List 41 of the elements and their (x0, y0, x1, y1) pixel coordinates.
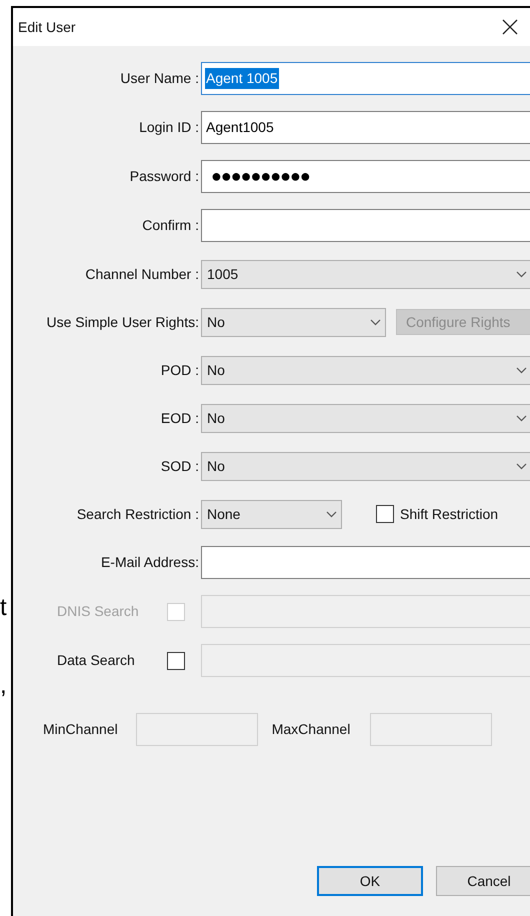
field-label: Search Restriction : (76, 504, 200, 524)
input-field[interactable]: ●●●●●●●●●● (201, 160, 530, 193)
checkbox[interactable] (376, 505, 394, 523)
chevron-icon (516, 270, 527, 278)
input-field[interactable]: Agent1005 (201, 111, 530, 144)
dropdown[interactable]: No (201, 308, 386, 336)
dialog-button[interactable]: Cancel (436, 866, 530, 896)
field-label: User Name : (119, 69, 200, 88)
dropdown[interactable]: No (201, 452, 530, 480)
field-label: SOD : (160, 456, 200, 476)
dropdown[interactable]: No (201, 356, 530, 384)
chevron-icon (516, 462, 527, 470)
field-label: DNIS Search (57, 602, 139, 621)
background-text: , (0, 671, 7, 701)
dropdown[interactable]: No (201, 404, 530, 432)
checkbox-label: Shift Restriction (400, 504, 498, 524)
field-label: E-Mail Address: (100, 553, 200, 572)
field-label: Confirm : (141, 216, 200, 235)
field-label: Password : (128, 167, 200, 186)
field-label: Login ID : (138, 118, 200, 137)
chevron-icon (370, 318, 381, 326)
field-label: MinChannel (43, 720, 118, 739)
input-field[interactable]: Agent 1005 (201, 62, 530, 95)
field-label: MaxChannel (272, 720, 350, 739)
background-text: t (0, 593, 7, 623)
close-icon[interactable] (502, 19, 518, 35)
checkbox[interactable] (167, 652, 185, 670)
chevron-icon (516, 366, 527, 374)
dropdown[interactable]: None (201, 500, 342, 528)
input-field[interactable] (201, 546, 530, 579)
chevron-icon (516, 414, 527, 422)
input-field[interactable] (201, 209, 530, 242)
field-label: POD : (160, 360, 200, 380)
window-title: Edit User (18, 18, 76, 36)
dialog-button[interactable]: OK (317, 866, 423, 896)
field-label: Channel Number : (84, 264, 200, 284)
field-label: Use Simple User Rights: (46, 312, 200, 332)
dropdown[interactable]: 1005 (201, 260, 530, 288)
chevron-icon (326, 510, 337, 518)
field-label: EOD : (160, 408, 200, 428)
field-label: Data Search (57, 651, 135, 670)
